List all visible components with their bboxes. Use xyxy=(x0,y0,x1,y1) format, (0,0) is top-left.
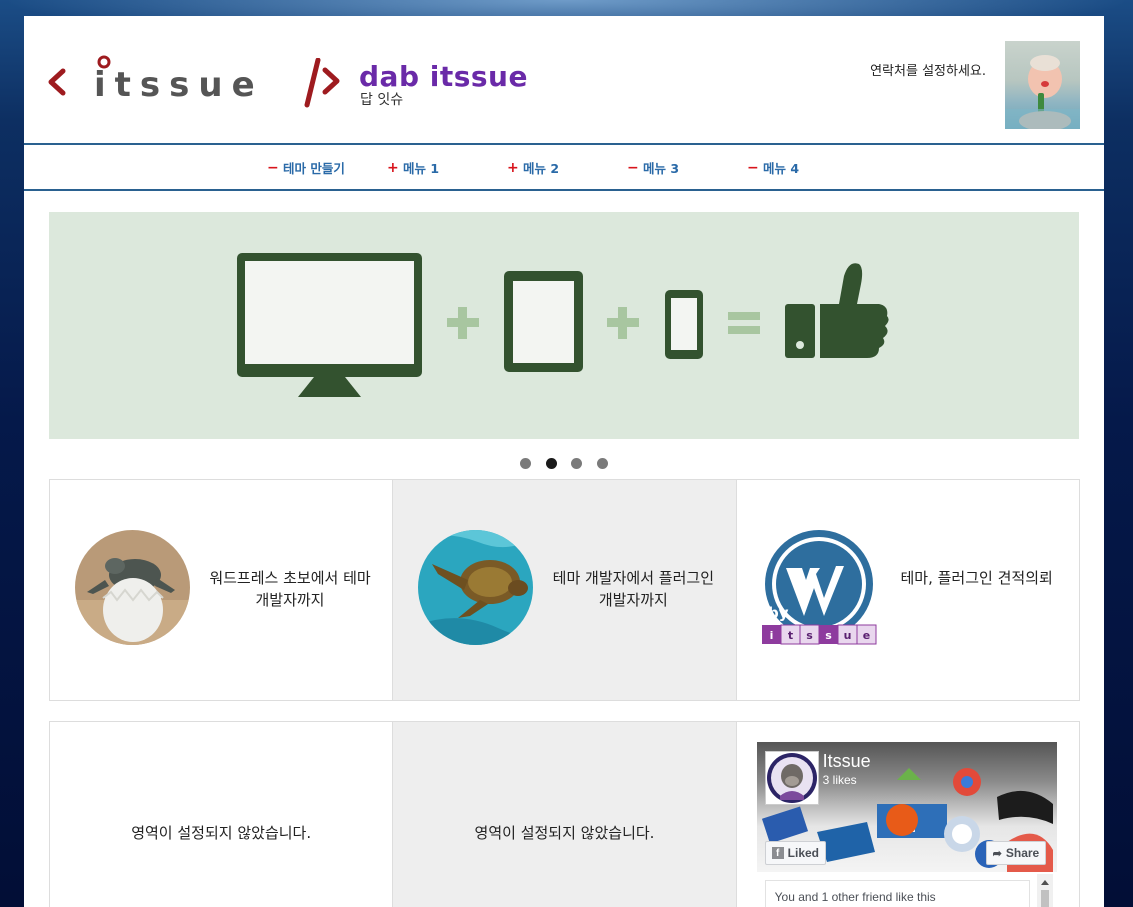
widget-empty-message: 영역이 설정되지 않았습니다. xyxy=(131,824,312,842)
widget-area-3: E xyxy=(737,722,1079,907)
feature-text: 워드프레스 초보에서 테마 개발자까지 xyxy=(209,569,371,609)
facebook-liked-button[interactable]: f Liked xyxy=(764,841,826,865)
nav-item-label: 메뉴 4 xyxy=(763,161,800,176)
feature-text: 테마 개발자에서 플러그인 개발자까지 xyxy=(552,569,714,609)
nav-item-menu2[interactable]: + 메뉴 2 xyxy=(507,158,559,177)
nav-item-menu3[interactable]: − 메뉴 3 xyxy=(627,158,679,177)
site-header: itssue dab itssue 답 잇슈 연락처를 설정하세요. xyxy=(24,16,1104,143)
plus-icon xyxy=(607,307,639,339)
contact-text: 연락처를 설정하세요. xyxy=(870,64,986,79)
facebook-share-button[interactable]: ➦ Share xyxy=(985,841,1047,865)
logo-text: itssue xyxy=(94,65,264,105)
svg-text:s: s xyxy=(806,629,813,642)
feature-text: 테마, 플러그인 견적의뢰 xyxy=(900,569,1053,587)
logo-i-dot xyxy=(97,55,111,69)
share-arrow-icon: ➦ xyxy=(992,847,1002,860)
widget-empty-message: 영역이 설정되지 않았습니다. xyxy=(474,824,655,842)
liked-label: Liked xyxy=(787,846,819,860)
slider-pagination xyxy=(24,457,1104,473)
page-container: itssue dab itssue 답 잇슈 연락처를 설정하세요. − 테마 … xyxy=(24,16,1104,907)
sea-turtle-icon xyxy=(418,530,534,645)
wordpress-itssue-icon: by i t s s u e xyxy=(761,530,877,645)
svg-text:e: e xyxy=(862,629,869,642)
equals-icon xyxy=(728,312,760,334)
expand-icon: + xyxy=(507,159,519,176)
widget-area-1: 영역이 설정되지 않았습니다. xyxy=(50,722,394,907)
nav-item-theme[interactable]: − 테마 만들기 xyxy=(267,158,345,177)
baby-bath-avatar xyxy=(1005,41,1080,129)
facebook-page-name[interactable]: Itssue xyxy=(823,751,871,772)
footer-widgets: 영역이 설정되지 않았습니다. 영역이 설정되지 않았습니다. E xyxy=(49,721,1080,907)
logo-slash-chevron xyxy=(304,58,340,108)
collapse-icon: − xyxy=(267,159,279,176)
nav-item-menu1[interactable]: + 메뉴 1 xyxy=(387,158,439,177)
phone-icon xyxy=(665,290,703,359)
facebook-page-plugin[interactable]: E xyxy=(756,742,1057,907)
nav-item-menu4[interactable]: − 메뉴 4 xyxy=(747,158,799,177)
feature-box-1[interactable]: 워드프레스 초보에서 테마 개발자까지 xyxy=(50,480,394,700)
logo-left-chevron xyxy=(48,68,66,96)
badge-by: by xyxy=(768,604,789,622)
slider-dot-2[interactable] xyxy=(545,458,557,469)
monitor-icon xyxy=(237,253,422,397)
svg-text:i: i xyxy=(769,629,773,642)
collapse-icon: − xyxy=(747,159,759,176)
nav-item-label: 메뉴 1 xyxy=(403,161,440,176)
feature-boxes: 워드프레스 초보에서 테마 개발자까지 테마 개발자에서 플러그인 개발자까지 xyxy=(49,479,1080,701)
feature-box-3[interactable]: by i t s s u e 테마, 플러그인 견적의뢰 xyxy=(737,480,1079,700)
hero-slider[interactable] xyxy=(49,212,1079,439)
site-subtitle: 답 잇슈 xyxy=(360,92,404,108)
responsive-devices-illustration xyxy=(237,253,889,397)
facebook-friends-like: You and 1 other friend like this xyxy=(764,880,1030,907)
nav-item-label: 메뉴 2 xyxy=(523,161,560,176)
facebook-page-avatar[interactable] xyxy=(764,751,819,805)
share-label: Share xyxy=(1005,846,1040,860)
itssue-logo[interactable]: itssue xyxy=(46,54,316,106)
svg-text:t: t xyxy=(788,629,793,642)
svg-text:s: s xyxy=(825,629,832,642)
facebook-icon: f xyxy=(771,847,784,859)
main-nav: − 테마 만들기 + 메뉴 1 + 메뉴 2 − 메뉴 3 − 메뉴 4 xyxy=(24,143,1104,191)
facebook-like-count: 3 likes xyxy=(822,773,857,787)
thumbs-up-icon xyxy=(785,263,889,358)
hatching-turtle-icon xyxy=(75,530,190,645)
widget-area-2: 영역이 설정되지 않았습니다. xyxy=(393,722,737,907)
slider-dot-4[interactable] xyxy=(596,458,608,469)
expand-icon: + xyxy=(387,159,399,176)
nav-item-label: 테마 만들기 xyxy=(283,161,345,176)
tablet-icon xyxy=(504,271,583,372)
svg-text:u: u xyxy=(843,629,851,642)
slider-dot-3[interactable] xyxy=(571,458,583,469)
nav-item-label: 메뉴 3 xyxy=(643,161,680,176)
collapse-icon: − xyxy=(627,159,639,176)
feature-box-2[interactable]: 테마 개발자에서 플러그인 개발자까지 xyxy=(393,480,737,700)
plus-icon xyxy=(447,307,479,339)
facebook-scrollbar[interactable] xyxy=(1036,874,1053,907)
slider-dot-1[interactable] xyxy=(520,458,532,469)
